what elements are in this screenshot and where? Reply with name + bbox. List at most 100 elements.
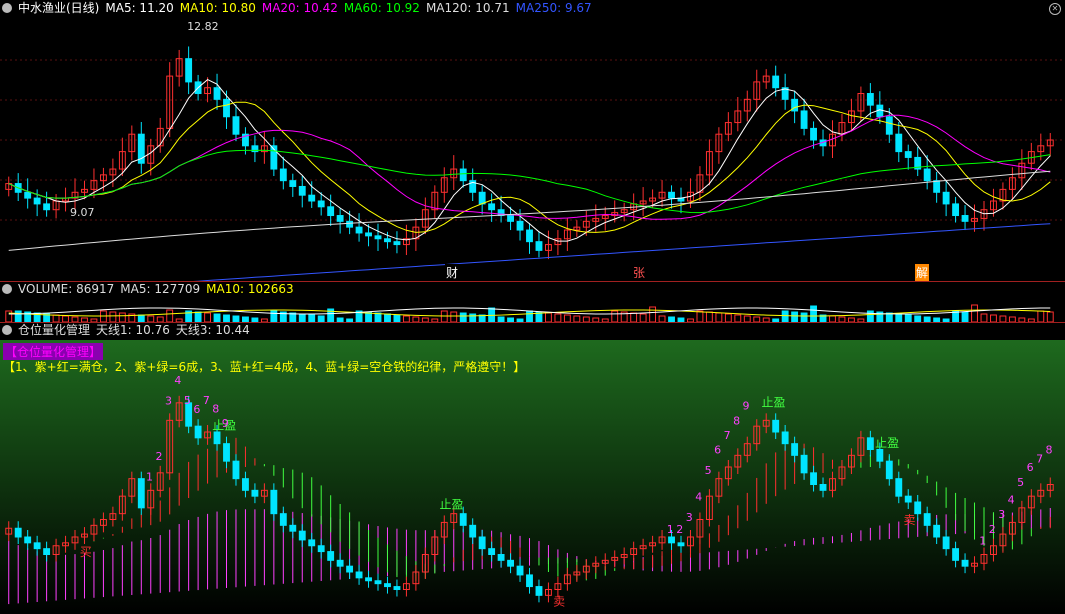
indicator-pane[interactable]: 买卖卖止盈 止盈 止盈 止盈 1 2 3 4 5 6 7 8 9 1 2 3 4 5 6 7 8 9 1 2 3 4 5 6 7 8 仓位…	[0, 322, 1065, 614]
candle	[668, 191, 675, 199]
volume-bar	[611, 310, 619, 322]
trade-marker: 卖	[553, 595, 565, 609]
indicator-candle	[923, 513, 931, 526]
volume-bar	[118, 312, 126, 322]
take-profit-marker: 止盈	[761, 395, 785, 409]
volume-bar	[52, 314, 60, 322]
indicator-candle	[904, 495, 912, 503]
indicator-gear-icon[interactable]	[2, 325, 12, 335]
candle	[308, 194, 316, 202]
volume-pane[interactable]: VOLUME: 86917 MA5: 127709 MA10: 102663	[0, 281, 1065, 323]
ma10-line	[8, 101, 1051, 233]
indicator-candle	[933, 524, 941, 538]
volume-bar	[971, 304, 978, 322]
volume-label-1: MA5: 127709	[120, 282, 201, 296]
count-marker: 7	[1036, 452, 1043, 465]
indicator-candle	[14, 527, 22, 538]
count-marker: 8	[1046, 444, 1053, 457]
candle	[346, 220, 354, 228]
candle	[289, 180, 297, 187]
close-icon[interactable]: ✕	[1049, 3, 1061, 15]
indicator-candle	[478, 536, 486, 550]
volume-bar	[630, 312, 638, 322]
count-marker: 4	[1008, 493, 1015, 506]
volume-bar	[213, 313, 221, 322]
volume-bar	[1046, 311, 1054, 322]
indicator-candle	[251, 489, 259, 497]
candle	[223, 98, 230, 118]
candle	[327, 206, 335, 217]
candle	[885, 116, 893, 135]
candle	[952, 203, 960, 217]
volume-bar	[384, 313, 391, 322]
count-marker: 6	[193, 403, 200, 416]
event-marker-zhang[interactable]: 张	[632, 264, 647, 281]
trade-marker: 卖	[904, 513, 916, 527]
volume-bar	[194, 311, 202, 322]
indicator-candle	[223, 443, 230, 462]
settings-gear-icon[interactable]	[2, 3, 12, 13]
candle	[923, 168, 931, 182]
ma-label-0: MA5: 11.20	[105, 1, 174, 15]
high-price-label: 12.82	[187, 20, 219, 33]
indicator-title: 仓位量化管理	[18, 323, 91, 337]
candle	[459, 168, 467, 182]
price-header: 中水渔业(日线) MA5: 11.20 MA10: 10.80 MA20: 10.42…	[2, 1, 604, 15]
volume-bar	[469, 313, 477, 322]
count-marker: 7	[724, 429, 731, 442]
candle	[933, 180, 941, 193]
count-marker: 9	[743, 400, 750, 413]
volume-bar	[223, 314, 230, 322]
stock-title: 中水渔业(日线)	[18, 1, 100, 15]
volume-bar	[639, 313, 647, 322]
candle	[895, 133, 903, 153]
candle	[365, 232, 372, 237]
indicator-candle	[952, 548, 960, 561]
volume-bar	[715, 312, 723, 322]
indicator-candle	[516, 565, 524, 576]
count-marker: 2	[989, 523, 996, 536]
candle	[478, 191, 486, 205]
indicator-candle	[810, 472, 817, 485]
count-marker: 3	[686, 511, 693, 524]
volume-bar	[545, 312, 552, 322]
volume-bar	[980, 313, 988, 322]
indicator-candle	[327, 551, 335, 561]
volume-bar	[563, 314, 571, 322]
candle	[185, 58, 193, 83]
price-chart-pane[interactable]: 12.82 9.07 中水渔业(日线) MA5: 11.20 MA10: 10.80 M…	[0, 0, 1065, 282]
indicator-candle	[270, 489, 278, 515]
count-marker: 1	[979, 535, 986, 548]
ma-label-2: MA20: 10.42	[261, 1, 338, 15]
candle	[800, 110, 808, 129]
count-marker: 1	[667, 523, 674, 536]
count-marker: 8	[212, 403, 219, 416]
count-marker: 2	[676, 523, 683, 536]
volume-bar	[204, 312, 212, 322]
indicator-candle	[43, 548, 51, 556]
indicator-candle	[791, 443, 799, 456]
indicator-candle	[393, 586, 401, 591]
candlestick-chart[interactable]: 12.82 9.07	[0, 0, 1065, 281]
candle	[355, 226, 363, 234]
ma-label-4: MA120: 10.71	[425, 1, 510, 15]
count-marker: 5	[184, 394, 191, 407]
event-marker-jie[interactable]: 解	[915, 264, 930, 281]
ma-labels: MA5: 11.20 MA10: 10.80 MA20: 10.42 MA60: 10…	[105, 1, 597, 15]
indicator-candle	[24, 536, 32, 544]
candle	[866, 93, 874, 106]
indicator-candle	[876, 449, 884, 462]
volume-bar	[649, 306, 657, 322]
volume-bar	[554, 313, 562, 322]
indicator-candle	[866, 437, 874, 451]
volume-gear-icon[interactable]	[2, 284, 12, 294]
candle	[24, 191, 32, 199]
volume-bar	[800, 312, 808, 322]
candle	[213, 87, 221, 100]
volume-bar	[961, 311, 969, 322]
indicator-candle	[488, 548, 496, 556]
volume-bar	[810, 305, 817, 322]
event-marker-cai[interactable]: 财	[445, 264, 460, 281]
volume-bar	[298, 313, 306, 322]
ma-label-3: MA60: 10.92	[343, 1, 420, 15]
